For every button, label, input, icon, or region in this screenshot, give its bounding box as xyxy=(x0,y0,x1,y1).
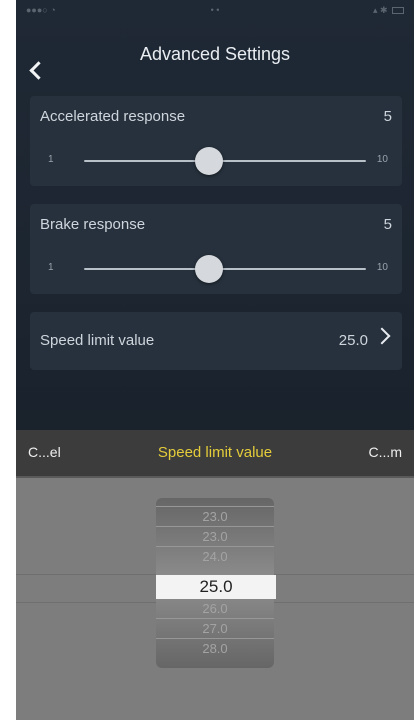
app-screen: ●●●○ ◔ • • ▴ ✱ Advanced Settings Acceler… xyxy=(16,0,414,720)
picker-option[interactable]: 27.0 xyxy=(156,618,274,639)
accelerated-response-slider[interactable]: 1 10 xyxy=(30,146,402,176)
slider-max-label: 10 xyxy=(376,154,388,165)
slider-min-label: 1 xyxy=(48,262,54,273)
chevron-right-icon xyxy=(373,327,391,345)
picker-option[interactable]: 23.0 xyxy=(156,506,274,527)
speed-limit-value: 25.0 xyxy=(338,332,368,349)
brake-response-card: Brake response 5 1 10 xyxy=(30,204,402,294)
slider-min-label: 1 xyxy=(48,154,54,165)
slider-track[interactable] xyxy=(84,147,366,175)
slider-thumb[interactable] xyxy=(195,255,224,283)
speed-limit-label: Speed limit value xyxy=(40,332,155,349)
brake-response-label: Brake response xyxy=(40,216,146,233)
brake-response-slider[interactable]: 1 10 xyxy=(30,254,402,284)
accelerated-response-card: Accelerated response 5 1 10 xyxy=(30,96,402,186)
picker-option[interactable]: 28.0 xyxy=(156,638,274,659)
picker-toolbar: C...el Speed limit value C...m xyxy=(16,430,414,478)
accelerated-response-value: 5 xyxy=(383,108,392,125)
clock-icon: • • xyxy=(210,5,220,15)
slider-thumb[interactable] xyxy=(195,147,224,175)
battery-icon: ▴ ✱ xyxy=(373,5,404,16)
picker-option[interactable]: 23.0 xyxy=(156,526,274,547)
slider-max-label: 10 xyxy=(376,262,388,273)
status-bar: ●●●○ ◔ • • ▴ ✱ xyxy=(16,0,414,20)
picker-title: Speed limit value xyxy=(157,444,273,461)
slider-track[interactable] xyxy=(84,255,366,283)
page-title: Advanced Settings xyxy=(139,44,291,64)
navigation-bar: Advanced Settings xyxy=(16,34,414,78)
brake-response-value: 5 xyxy=(383,216,392,233)
picker-option[interactable]: 26.0 xyxy=(156,598,274,619)
picker-selected-value[interactable]: 25.0 xyxy=(156,575,276,599)
speed-limit-row[interactable]: Speed limit value 25.0 xyxy=(30,312,402,370)
picker-option[interactable]: 24.0 xyxy=(156,546,274,567)
confirm-button[interactable]: C...m xyxy=(369,444,402,460)
accelerated-response-label: Accelerated response xyxy=(40,108,186,125)
